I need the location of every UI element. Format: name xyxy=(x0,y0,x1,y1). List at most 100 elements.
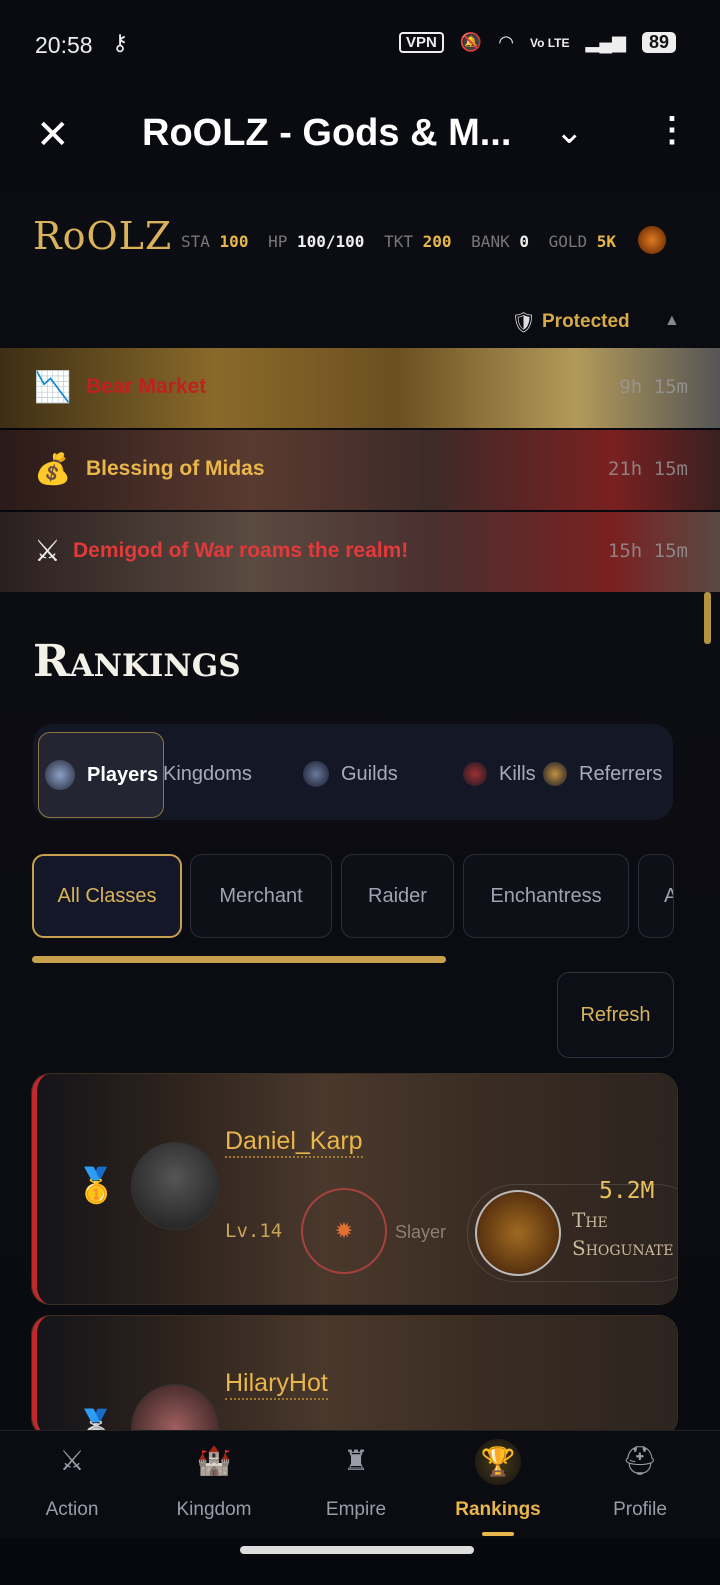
filter-enchantress[interactable]: Enchantress xyxy=(463,854,629,938)
page-title: RoOLZ - Gods & M... xyxy=(142,112,512,154)
filter-all-classes[interactable]: All Classes xyxy=(32,854,182,938)
nav-action[interactable]: ⚔ Action xyxy=(0,1431,144,1539)
nav-label: Kingdom xyxy=(176,1499,252,1520)
skull-icon xyxy=(463,762,487,786)
browser-bar: ✕ RoOLZ - Gods & M... ⌄ ⋮ xyxy=(0,92,720,192)
nav-kingdom[interactable]: 🏰 Kingdom xyxy=(142,1431,286,1539)
status-time: 20:58 xyxy=(35,32,93,58)
tab-label: Players xyxy=(87,763,159,786)
stat-bank-label: BANK xyxy=(471,232,510,251)
tab-guilds[interactable]: Guilds xyxy=(303,732,398,816)
more-menu-icon[interactable]: ⋮ xyxy=(655,110,689,150)
stat-sta-label: STA xyxy=(181,232,210,251)
network-label: Vo LTE xyxy=(529,35,570,50)
stat-sta-value: 100 xyxy=(219,232,249,251)
event-banner[interactable]: ⚔ Demigod of War roams the realm! 15h 15… xyxy=(0,512,720,592)
player-card[interactable]: 🥈 HilaryHot xyxy=(32,1316,677,1436)
avatar[interactable] xyxy=(131,1384,219,1436)
tab-kingdoms[interactable]: Kingdoms xyxy=(163,732,252,816)
rank-emblem-icon[interactable] xyxy=(638,226,666,254)
event-banner[interactable]: 💰 Blessing of Midas 21h 15m xyxy=(0,430,720,510)
player-stats: STA 100 HP 100/100 TKT 200 BANK 0 GOLD 5… xyxy=(181,232,626,251)
status-icons: VPN 🔕 ◠ Vo LTE ▂▄▆ 89 xyxy=(398,32,676,53)
status-bar: 20:58 ⚷ VPN 🔕 ◠ Vo LTE ▂▄▆ 89 xyxy=(0,0,720,92)
nav-label: Action xyxy=(45,1499,99,1520)
game-logo[interactable]: RoOLZ xyxy=(33,214,172,258)
refresh-button[interactable]: Refresh xyxy=(557,972,674,1058)
signal-icon: ▂▄▆ xyxy=(585,32,626,52)
guild-crest-icon xyxy=(475,1190,561,1276)
wifi-icon: ◠ xyxy=(498,32,514,52)
key-icon: ⚷ xyxy=(112,30,129,55)
filter-raider[interactable]: Raider xyxy=(341,854,454,938)
game-header: RoOLZ STA 100 HP 100/100 TKT 200 BANK 0 … xyxy=(0,192,720,297)
nav-rankings[interactable]: 🏆 Rankings xyxy=(426,1431,570,1539)
tab-label: Kingdoms xyxy=(163,762,252,785)
stat-gold-value: 5K xyxy=(596,232,617,251)
fortress-icon: ♜ xyxy=(343,1445,369,1476)
stat-hp-label: HP xyxy=(268,232,288,251)
nav-label: Profile xyxy=(613,1499,667,1520)
player-level: Lv.14 xyxy=(225,1220,283,1242)
chart-down-icon: 📉 xyxy=(34,371,72,404)
castle-icon: 🏰 xyxy=(196,1445,232,1476)
filter-scroll-indicator xyxy=(32,956,446,963)
filter-merchant[interactable]: Merchant xyxy=(190,854,332,938)
scrollbar-thumb[interactable] xyxy=(704,592,711,644)
shield-icon: 🛡 xyxy=(511,312,537,334)
active-tab-indicator xyxy=(482,1532,514,1536)
nav-empire[interactable]: ♜ Empire xyxy=(284,1431,428,1539)
close-icon[interactable]: ✕ xyxy=(36,112,76,162)
tab-label: Referrers xyxy=(579,762,663,785)
event-banner[interactable]: 📉 Bear Market 9h 15m xyxy=(0,348,720,428)
helmet-icon: ⛑ xyxy=(622,1445,658,1476)
players-icon xyxy=(45,760,75,790)
tab-players[interactable]: Players xyxy=(38,732,164,818)
player-name[interactable]: HilaryHot xyxy=(225,1368,328,1400)
stat-gold-label: GOLD xyxy=(548,232,588,251)
event-label: Demigod of War roams the realm! xyxy=(73,539,409,562)
tab-referrers[interactable]: Referrers xyxy=(543,732,662,816)
protection-bar[interactable]: 🛡 Protected ▲ xyxy=(0,296,720,348)
chevron-down-icon[interactable]: ⌄ xyxy=(555,112,584,152)
referrer-icon xyxy=(543,762,567,786)
guild-shield-icon xyxy=(303,761,329,787)
crossed-swords-icon: ⚔ xyxy=(34,535,61,568)
rankings-heading: Rankings xyxy=(33,636,241,687)
nav-label: Empire xyxy=(325,1499,387,1520)
player-name[interactable]: Daniel_Karp xyxy=(225,1126,363,1158)
tab-label: Guilds xyxy=(341,762,398,785)
stat-tkt-label: TKT xyxy=(384,232,413,251)
event-label: Bear Market xyxy=(86,375,207,398)
mute-icon: 🔕 xyxy=(459,32,483,52)
event-timer: 15h 15m xyxy=(607,540,688,562)
player-card[interactable]: 🥇 Daniel_Karp Lv.14 ✹ Slayer 5.2M The Sh… xyxy=(32,1074,677,1304)
player-class: Slayer xyxy=(395,1222,447,1242)
rankings-section: Rankings Players Kingdoms Guilds Kills R… xyxy=(0,592,720,1436)
ranking-tabs: Players Kingdoms Guilds Kills Referrers xyxy=(33,724,673,820)
protected-status: Protected xyxy=(542,311,630,332)
stat-bank-value: 0 xyxy=(519,232,529,251)
filter-next-class[interactable]: A xyxy=(638,854,674,938)
tab-label: Kills xyxy=(499,762,536,785)
stat-hp-value: 100/100 xyxy=(297,232,365,251)
player-score: 5.2M xyxy=(599,1178,655,1204)
event-timer: 21h 15m xyxy=(607,458,688,480)
bottom-nav: ⚔ Action 🏰 Kingdom ♜ Empire 🏆 Rankings ⛑… xyxy=(0,1430,720,1539)
event-timer: 9h 15m xyxy=(619,376,688,398)
money-bag-icon: 💰 xyxy=(34,453,72,486)
gold-medal-icon: 🥇 xyxy=(75,1167,118,1205)
class-icon: ✹ xyxy=(301,1188,387,1274)
collapse-caret-icon[interactable]: ▲ xyxy=(664,312,680,330)
vpn-badge: VPN xyxy=(398,32,444,53)
nav-label: Rankings xyxy=(455,1499,541,1520)
swords-icon: ⚔ xyxy=(59,1445,85,1476)
trophy-icon: 🏆 xyxy=(475,1439,521,1485)
stat-tkt-value: 200 xyxy=(422,232,452,251)
tab-kills[interactable]: Kills xyxy=(441,732,536,816)
guild-name: The Shogunate xyxy=(572,1208,674,1260)
event-label: Blessing of Midas xyxy=(86,457,265,480)
home-gesture-bar[interactable] xyxy=(240,1546,474,1554)
nav-profile[interactable]: ⛑ Profile xyxy=(568,1431,712,1539)
avatar[interactable] xyxy=(131,1142,219,1230)
